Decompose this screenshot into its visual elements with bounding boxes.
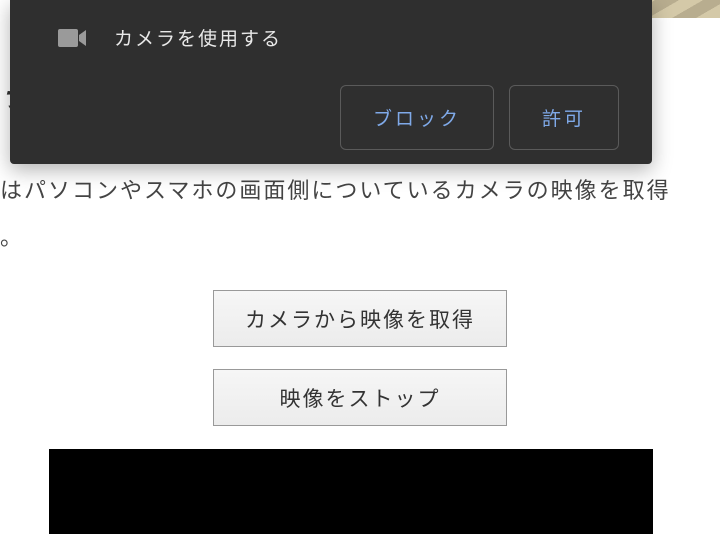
camera-permission-dialog: カメラを使用する ブロック 許可: [10, 0, 652, 164]
block-button[interactable]: ブロック: [340, 85, 494, 150]
page-button-column: カメラから映像を取得 映像をストップ: [0, 290, 720, 426]
decorative-stripe: [652, 0, 720, 18]
stop-video-button[interactable]: 映像をストップ: [213, 369, 507, 426]
dialog-title: カメラを使用する: [114, 24, 282, 51]
dialog-header: カメラを使用する: [10, 0, 652, 75]
page-description: はパソコンやスマホの画面側についているカメラの映像を取得: [0, 173, 720, 205]
video-preview: [49, 449, 653, 534]
dialog-button-row: ブロック 許可: [10, 75, 652, 150]
camera-icon: [58, 29, 86, 47]
page-description-tail: 。: [0, 220, 22, 252]
get-video-button[interactable]: カメラから映像を取得: [213, 290, 507, 347]
allow-button[interactable]: 許可: [509, 85, 619, 150]
